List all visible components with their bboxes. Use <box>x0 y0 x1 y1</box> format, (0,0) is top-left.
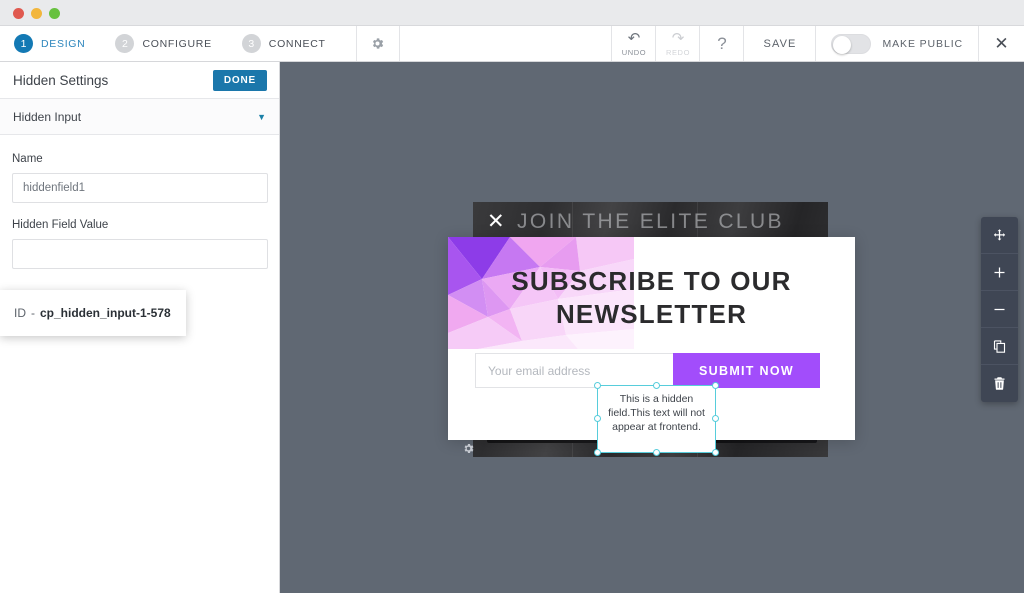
page-title: Hidden Settings <box>13 72 109 88</box>
design-canvas[interactable]: JOIN THE ELITE CLUB ✕ SUBSCRIBE TO OUR N… <box>280 62 1024 593</box>
move-icon <box>993 228 1006 240</box>
submit-now-button[interactable]: SUBMIT NOW <box>673 353 820 388</box>
redo-label: REDO <box>665 47 691 57</box>
element-id-value: cp_hidden_input-1-578 <box>40 306 171 320</box>
email-input[interactable] <box>475 353 673 388</box>
selected-hidden-field-element[interactable]: This is a hidden field.This text will no… <box>594 382 719 456</box>
gear-icon <box>464 444 474 453</box>
close-icon: ✕ <box>994 33 1009 53</box>
delete-element-button[interactable] <box>981 365 1018 402</box>
chevron-down-icon: ▼ <box>257 111 266 122</box>
resize-handle-middle-right[interactable] <box>712 415 719 422</box>
save-button[interactable]: SAVE <box>743 26 815 61</box>
trash-icon <box>994 377 1005 390</box>
hidden-field-value-input[interactable] <box>12 239 268 269</box>
question-mark-icon: ? <box>717 34 727 53</box>
resize-handle-bottom-center[interactable] <box>652 449 660 456</box>
help-button[interactable]: ? <box>699 26 743 61</box>
photo-popup-headline: JOIN THE ELITE CLUB <box>517 210 784 233</box>
popup-settings-gear-button[interactable] <box>462 442 475 458</box>
redo-button[interactable]: ↷ REDO <box>655 26 699 61</box>
element-id-popover: ID - cp_hidden_input-1-578 <box>0 290 186 336</box>
settings-gear-button[interactable] <box>355 26 400 61</box>
resize-handle-bottom-right[interactable] <box>712 449 719 456</box>
settings-fields: Name Hidden Field Value <box>0 135 279 269</box>
step-connect[interactable]: 3 CONNECT <box>241 34 356 53</box>
name-input[interactable] <box>12 173 268 203</box>
gear-icon <box>373 38 384 49</box>
wizard-steps: 1 DESIGN 2 CONFIGURE 3 CONNECT <box>0 26 356 61</box>
accordion-hidden-input-label: Hidden Input <box>13 109 82 124</box>
maximize-window-button[interactable] <box>49 8 60 19</box>
done-button[interactable]: DONE <box>212 69 267 91</box>
step-configure-number: 2 <box>115 34 135 53</box>
field-spacer <box>12 203 267 219</box>
name-field-label: Name <box>12 153 43 165</box>
duplicate-icon <box>993 339 1006 353</box>
settings-panel-header: Hidden Settings DONE <box>0 62 279 99</box>
zoom-in-button[interactable] <box>981 254 1018 291</box>
undo-arrow-icon: ↶ <box>627 29 641 47</box>
toggle-knob <box>833 35 852 54</box>
minus-icon <box>994 308 1005 310</box>
step-design[interactable]: 1 DESIGN <box>14 34 115 53</box>
window-controls <box>13 8 60 19</box>
duplicate-element-button[interactable] <box>981 328 1018 365</box>
step-design-label: DESIGN <box>41 37 86 50</box>
step-connect-label: CONNECT <box>268 37 326 50</box>
step-design-number: 1 <box>14 34 33 53</box>
subscribe-form: SUBMIT NOW <box>475 353 820 388</box>
element-id-dash: - <box>31 306 35 320</box>
save-label: SAVE <box>763 37 797 50</box>
resize-handle-bottom-left[interactable] <box>594 449 601 456</box>
close-window-button[interactable] <box>13 8 24 19</box>
element-id-key: ID <box>14 306 26 320</box>
make-public-toggle[interactable]: MAKE PUBLIC <box>815 26 978 61</box>
hidden-field-value-label: Hidden Field Value <box>12 219 109 231</box>
settings-sidebar: Hidden Settings DONE Hidden Input ▼ Name… <box>0 62 280 593</box>
modal-headline: SUBSCRIBE TO OUR NEWSLETTER <box>511 266 792 329</box>
step-configure-label: CONFIGURE <box>142 37 212 50</box>
make-public-label: MAKE PUBLIC <box>882 37 963 50</box>
plus-icon <box>994 267 1005 277</box>
resize-handle-middle-left[interactable] <box>594 415 601 422</box>
zoom-out-button[interactable] <box>981 291 1018 328</box>
minimize-window-button[interactable] <box>31 8 42 19</box>
step-connect-number: 3 <box>241 34 261 53</box>
undo-label: UNDO <box>621 47 647 57</box>
make-public-switch[interactable] <box>831 33 872 54</box>
resize-handle-top-right[interactable] <box>712 382 719 389</box>
step-configure[interactable]: 2 CONFIGURE <box>115 34 241 53</box>
element-toolbar <box>981 217 1018 402</box>
move-element-button[interactable] <box>981 217 1018 254</box>
resize-handle-top-center[interactable] <box>652 382 660 389</box>
resize-handle-top-left[interactable] <box>594 382 601 389</box>
app-window: 1 DESIGN 2 CONFIGURE 3 CONNECT ↶ UNDO ↷ … <box>0 0 1024 593</box>
toolbar-actions: ↶ UNDO ↷ REDO ? SAVE MAKE PUBLIC ✕ <box>611 26 1024 61</box>
redo-arrow-icon: ↷ <box>671 29 685 47</box>
close-editor-button[interactable]: ✕ <box>978 26 1024 61</box>
undo-button[interactable]: ↶ UNDO <box>611 26 655 61</box>
window-titlebar <box>0 0 1024 26</box>
accordion-hidden-input[interactable]: Hidden Input ▼ <box>0 99 279 135</box>
hidden-field-preview-text: This is a hidden field.This text will no… <box>608 393 705 433</box>
top-toolbar: 1 DESIGN 2 CONFIGURE 3 CONNECT ↶ UNDO ↷ … <box>0 26 1024 62</box>
photo-popup-close-icon[interactable]: ✕ <box>487 211 505 232</box>
